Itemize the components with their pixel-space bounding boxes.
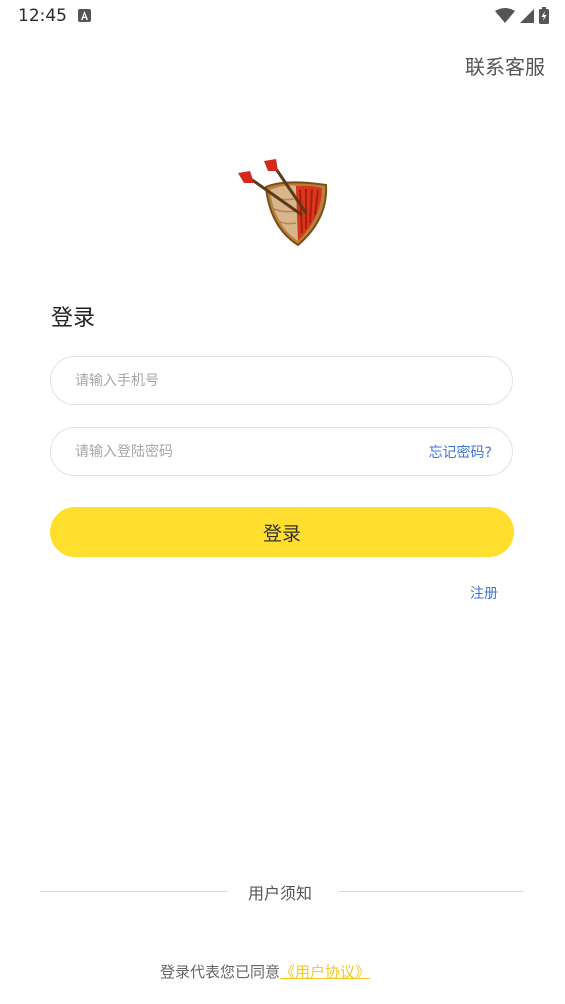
password-input[interactable] xyxy=(75,428,405,475)
wifi-icon xyxy=(495,7,515,23)
agreement-text: 登录代表您已同意《用户协议》 xyxy=(160,961,370,982)
divider-line-right xyxy=(338,891,524,892)
contact-service-link[interactable]: 联系客服 xyxy=(465,51,545,80)
user-notice-title: 用户须知 xyxy=(248,884,313,903)
divider-line-left xyxy=(40,891,228,892)
user-notice-divider: 用户须知 xyxy=(40,880,524,904)
android-notification-icon xyxy=(78,9,91,22)
status-icons xyxy=(495,7,549,24)
agreement-prefix: 登录代表您已同意 xyxy=(160,963,281,981)
login-title: 登录 xyxy=(51,306,96,331)
status-bar: 12:45 xyxy=(0,0,565,32)
user-agreement-link[interactable]: 《用户协议》 xyxy=(280,963,370,981)
forgot-password-link[interactable]: 忘记密码? xyxy=(429,442,492,462)
login-button[interactable]: 登录 xyxy=(50,507,514,557)
battery-charging-icon xyxy=(539,7,549,24)
register-link[interactable]: 注册 xyxy=(470,583,498,603)
password-field[interactable]: 忘记密码? xyxy=(50,427,513,476)
signal-icon xyxy=(520,8,534,23)
phone-input[interactable] xyxy=(75,357,405,404)
status-time: 12:45 xyxy=(18,6,67,26)
shield-arrows-logo xyxy=(236,157,332,253)
phone-field[interactable] xyxy=(50,356,513,405)
